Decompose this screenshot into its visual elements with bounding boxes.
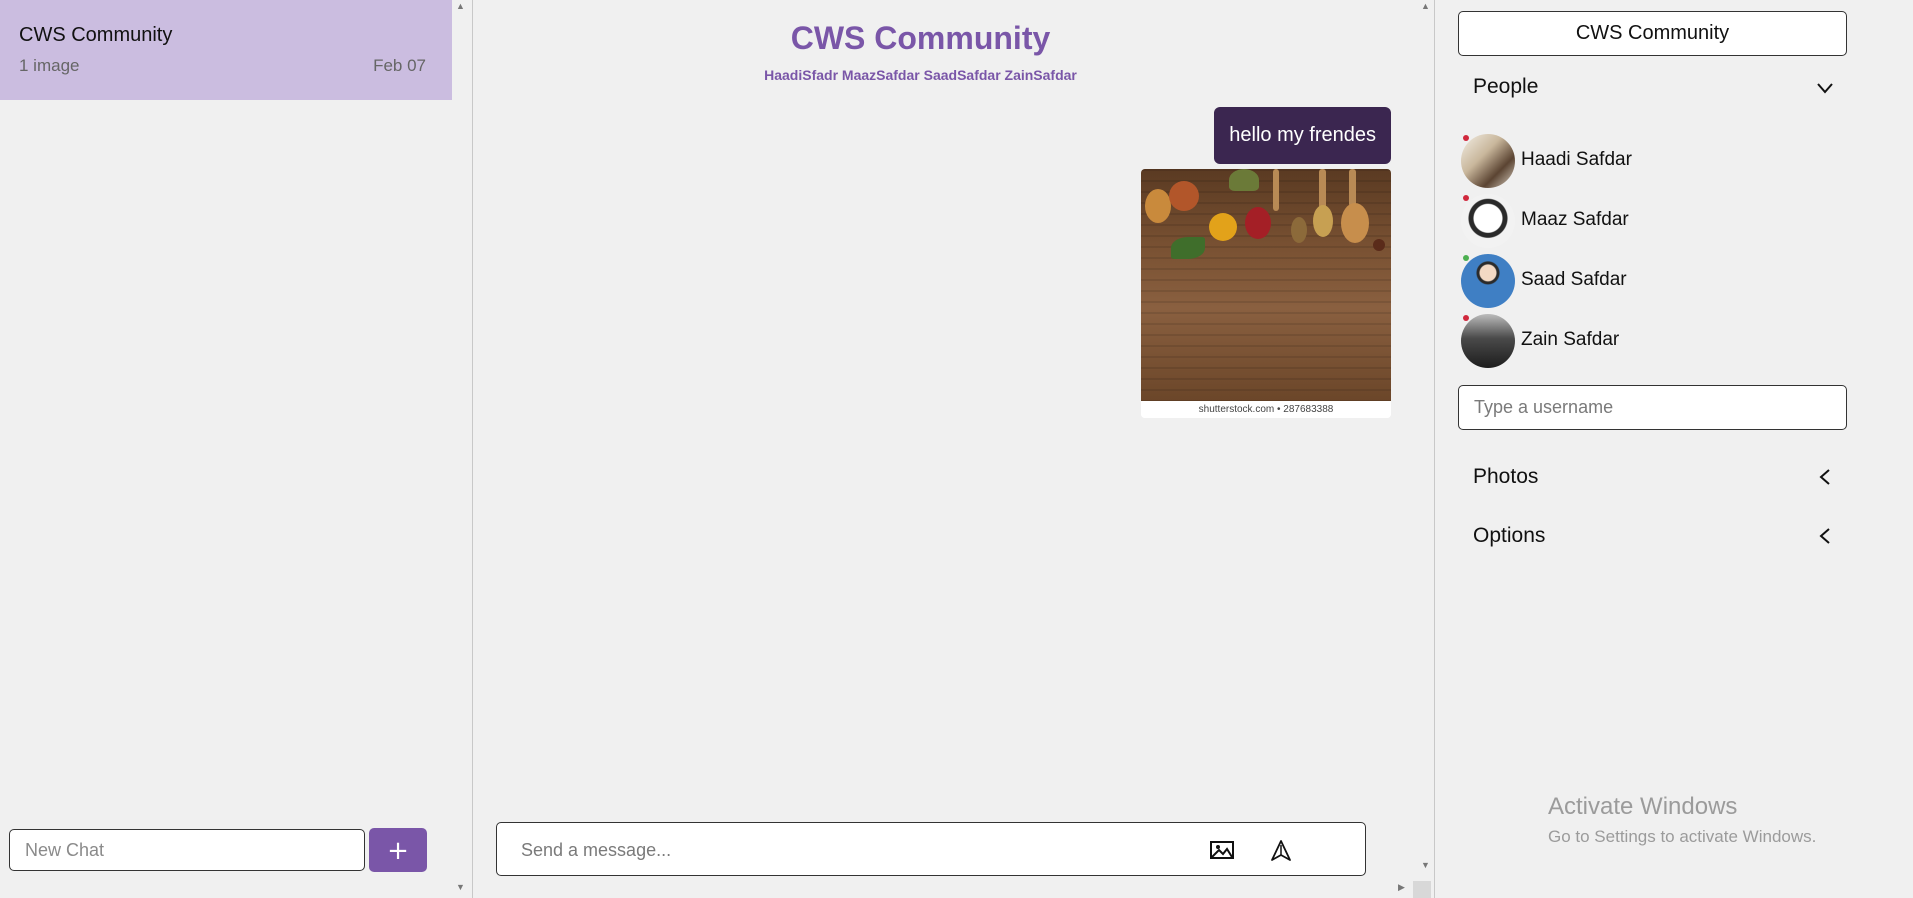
new-chat-input[interactable] [9, 829, 365, 871]
message-bubble[interactable]: hello my frendes [1214, 107, 1391, 164]
options-section-header[interactable]: Options [1473, 524, 1545, 548]
person-name: Zain Safdar [1521, 329, 1620, 350]
chat-feed-panel: CWS Community HaadiSfadr MaazSafdar Saad… [473, 0, 1435, 898]
chevron-left-icon[interactable] [1815, 467, 1835, 487]
scrollbar-corner [1413, 881, 1431, 898]
person-row[interactable]: Haadi Safdar [1461, 134, 1761, 188]
spices-photo [1141, 169, 1391, 401]
avatar [1461, 134, 1515, 188]
add-chat-button[interactable]: + [369, 828, 427, 872]
activate-windows-subtitle: Go to Settings to activate Windows. [1548, 827, 1817, 846]
chat-card-date: Feb 07 [373, 56, 426, 75]
status-dot [1463, 255, 1469, 261]
people-section-header[interactable]: People [1473, 75, 1538, 99]
person-name: Maaz Safdar [1521, 209, 1629, 230]
chat-title: CWS Community [790, 20, 1051, 56]
chat-list-panel: CWS Community 1 image Feb 07 ▲ ▼ + [0, 0, 473, 898]
message-composer [496, 822, 1366, 876]
message-image[interactable]: shutterstock.com • 287683388 [1141, 169, 1391, 418]
scroll-down-arrow-icon[interactable]: ▼ [1421, 860, 1430, 870]
person-row[interactable]: Maaz Safdar [1461, 194, 1761, 248]
chat-settings-panel: CWS Community People Haadi Safdar Maaz S… [1413, 0, 1913, 898]
scroll-up-arrow-icon[interactable]: ▲ [456, 1, 465, 11]
chevron-left-icon[interactable] [1815, 526, 1835, 546]
avatar [1461, 314, 1515, 368]
status-dot [1463, 195, 1469, 201]
photos-section-header[interactable]: Photos [1473, 465, 1538, 489]
message-input[interactable] [519, 835, 1163, 865]
chat-members: HaadiSfadr MaazSafdar SaadSafdar ZainSaf… [764, 67, 1077, 83]
attach-image-icon[interactable] [1208, 836, 1236, 864]
chat-card-preview: 1 image [19, 56, 80, 75]
scroll-right-arrow-icon[interactable]: ▶ [1398, 882, 1405, 893]
send-icon[interactable] [1267, 836, 1295, 864]
add-username-input[interactable] [1458, 385, 1847, 430]
chat-card-cws-community[interactable]: CWS Community 1 image Feb 07 [0, 0, 452, 100]
person-name: Saad Safdar [1521, 269, 1627, 290]
person-name: Haadi Safdar [1521, 149, 1632, 170]
activate-windows-title: Activate Windows [1548, 793, 1738, 820]
person-row[interactable]: Saad Safdar [1461, 254, 1761, 308]
scroll-up-arrow-icon[interactable]: ▲ [1421, 1, 1430, 11]
chat-name-field[interactable]: CWS Community [1458, 11, 1847, 56]
scroll-down-arrow-icon[interactable]: ▼ [456, 882, 465, 892]
avatar [1461, 194, 1515, 248]
person-row[interactable]: Zain Safdar [1461, 314, 1761, 368]
image-watermark: shutterstock.com • 287683388 [1141, 401, 1391, 418]
status-dot [1463, 135, 1469, 141]
status-dot [1463, 315, 1469, 321]
chevron-down-icon[interactable] [1815, 78, 1835, 98]
avatar [1461, 254, 1515, 308]
chat-card-title: CWS Community [19, 24, 173, 46]
